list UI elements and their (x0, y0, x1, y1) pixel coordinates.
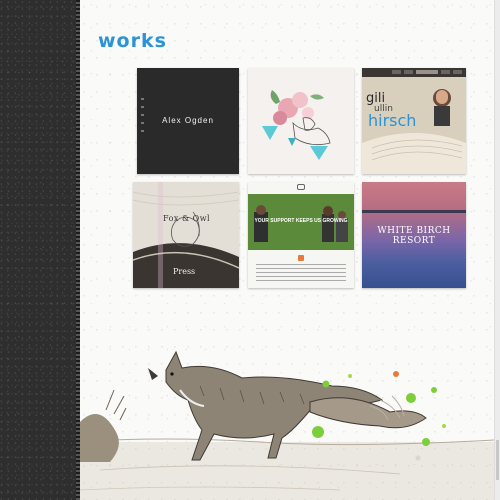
tile-label: gili ullin hirsch (366, 91, 417, 130)
brand-mark-icon (298, 255, 304, 261)
floral-illustration (262, 90, 331, 160)
body-text-lines (256, 264, 346, 282)
work-tile-gili-ullin-hirsch[interactable]: gili ullin hirsch (362, 68, 466, 174)
shoreline (362, 210, 466, 213)
scrollbar[interactable] (494, 0, 500, 500)
name-line-1: gili (366, 91, 386, 106)
work-tile-fox-owl-press[interactable]: Fox & Owl Press (133, 182, 239, 288)
nav-item-active (416, 70, 438, 74)
fox-illustration (79, 330, 495, 500)
sidebar (0, 0, 79, 500)
work-tile-floral-illustration[interactable] (248, 68, 354, 174)
tile-label: WHITE BIRCH RESORT (377, 226, 451, 246)
site-logo-icon (297, 184, 305, 190)
banner-headline: YOUR SUPPORT KEEPS US GROWING (254, 218, 348, 224)
work-tile-white-birch-resort[interactable]: WHITE BIRCH RESORT (362, 182, 466, 288)
tile-label: Fox & Owl (163, 214, 211, 223)
name-line-3: hirsch (368, 111, 417, 130)
page-title: works (98, 30, 167, 52)
nav-item (404, 70, 413, 74)
work-tile-alex-ogden[interactable]: Alex Ogden (137, 68, 239, 174)
tile-label: Alex Ogden (162, 116, 214, 125)
nav-item (392, 70, 401, 74)
tile-label-bottom: Press (173, 267, 196, 276)
nav-item (453, 70, 462, 74)
work-tile-fundraising-site[interactable]: YOUR SUPPORT KEEPS US GROWING (248, 182, 354, 288)
site-nav (362, 70, 466, 74)
nav-item (441, 70, 450, 74)
